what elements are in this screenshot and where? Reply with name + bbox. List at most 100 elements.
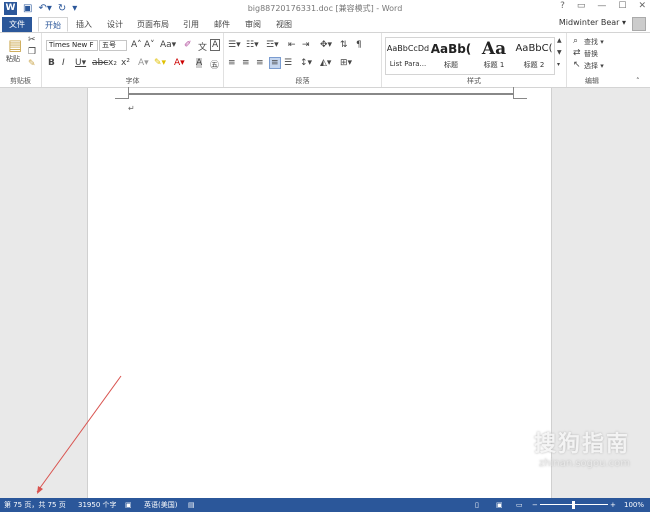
tab-view[interactable]: 视图 — [273, 17, 295, 32]
font-color-icon[interactable]: A▾ — [174, 58, 185, 68]
help-button[interactable]: ? — [560, 1, 565, 11]
italic-icon[interactable]: I — [62, 58, 65, 68]
style-heading-1[interactable]: Aa 标题 1 — [472, 38, 516, 74]
style-name: 标题 — [444, 61, 458, 69]
style-heading-2[interactable]: AaBbC( 标题 2 — [512, 38, 556, 74]
style-name: List Para... — [389, 60, 427, 68]
maximize-button[interactable]: ☐ — [618, 1, 626, 11]
account-name[interactable]: Midwinter Bear ▾ — [559, 18, 626, 27]
styles-scroll-up-icon[interactable]: ▲ — [557, 37, 562, 44]
underline-icon[interactable]: U▾ — [75, 58, 86, 68]
multilevel-list-icon[interactable]: ☲▾ — [266, 40, 279, 50]
editing-group-label: 编辑 — [585, 77, 599, 85]
borders-icon[interactable]: ⊞▾ — [340, 58, 352, 68]
watermark-title: 搜狗指南 — [533, 432, 630, 457]
style-sample: AaBbC( — [515, 43, 553, 54]
replace-button[interactable]: 替换 — [584, 49, 598, 59]
document-title: big88720176331.doc [兼容模式] - Word — [247, 4, 403, 13]
bullets-icon[interactable]: ☰▾ — [228, 40, 241, 50]
ribbon-display-button[interactable]: ▭ — [577, 1, 586, 11]
change-case-icon[interactable]: Aa▾ — [160, 40, 176, 50]
tab-file[interactable]: 文件 — [2, 17, 32, 32]
font-size-select[interactable]: 五号 — [99, 40, 127, 51]
style-sample: AaBb( — [430, 42, 472, 56]
zoom-in-icon[interactable]: + — [610, 498, 616, 512]
tab-review[interactable]: 审阅 — [242, 17, 264, 32]
zoom-level[interactable]: 100% — [624, 498, 644, 512]
format-painter-icon[interactable]: ✎ — [28, 59, 36, 69]
styles-scroll-down-icon[interactable]: ▼ — [557, 49, 562, 56]
style-sample: AaBbCcDd — [386, 44, 430, 53]
tab-design[interactable]: 设计 — [104, 17, 126, 32]
text-effects-icon[interactable]: A▾ — [138, 58, 149, 68]
shrink-font-icon[interactable]: A˅ — [144, 40, 155, 50]
word-count[interactable]: 31950 个字 — [78, 498, 117, 512]
tab-page-layout[interactable]: 页面布局 — [135, 17, 171, 32]
superscript-icon[interactable]: x² — [121, 58, 130, 68]
tab-mailings[interactable]: 邮件 — [211, 17, 233, 32]
character-shading-icon[interactable]: A — [196, 58, 203, 68]
web-layout-icon[interactable]: ▭ — [516, 498, 523, 512]
ribbon: ▤ 粘贴 ✂ ❐ ✎ 剪贴板 Times New F 五号 A˄ A˅ Aa▾ … — [0, 32, 650, 88]
align-left-icon[interactable]: ≡ — [228, 58, 236, 68]
shading-icon[interactable]: ◭▾ — [320, 58, 331, 68]
line-spacing-icon[interactable]: ↕▾ — [300, 58, 312, 68]
numbering-icon[interactable]: ☷▾ — [246, 40, 259, 50]
macro-recording-icon[interactable]: ▤ — [188, 498, 195, 512]
document-workspace[interactable]: ↵ 搜狗指南 zhinan.sogou.com — [0, 87, 650, 498]
subscript-icon[interactable]: x₂ — [108, 58, 117, 68]
highlight-color-icon[interactable]: ✎▾ — [154, 58, 166, 68]
zoom-slider-thumb[interactable] — [572, 501, 575, 509]
style-title[interactable]: AaBb( 标题 — [429, 38, 473, 74]
select-icon[interactable]: ↖ — [573, 60, 581, 70]
clear-formatting-icon[interactable]: ✐ — [184, 40, 192, 50]
language-indicator[interactable]: 英语(美国) — [144, 498, 177, 512]
minimize-button[interactable]: — — [597, 1, 606, 11]
grow-font-icon[interactable]: A˄ — [131, 40, 142, 50]
strikethrough-icon[interactable]: abc — [92, 58, 108, 68]
copy-icon[interactable]: ❐ — [28, 47, 36, 57]
select-button[interactable]: 选择 ▾ — [584, 61, 604, 71]
paste-button[interactable]: 粘贴 — [6, 54, 20, 64]
bold-icon[interactable]: B — [48, 58, 55, 68]
decrease-indent-icon[interactable]: ⇤ — [288, 40, 296, 50]
find-button[interactable]: 查找 ▾ — [584, 37, 604, 47]
styles-group-label: 样式 — [467, 77, 481, 85]
enclose-characters-icon[interactable]: ㊄ — [210, 58, 219, 71]
collapse-ribbon-icon[interactable]: ˄ — [636, 77, 640, 85]
read-mode-icon[interactable]: ▯ — [475, 498, 479, 512]
style-name: 标题 2 — [523, 61, 545, 69]
replace-icon[interactable]: ⇄ — [573, 48, 581, 58]
find-icon[interactable]: ⌕ — [573, 36, 578, 46]
character-border-icon[interactable]: A — [210, 39, 221, 51]
phonetic-guide-icon[interactable]: 文 — [198, 40, 207, 53]
proofing-icon[interactable]: ▣ — [125, 498, 132, 512]
distributed-icon[interactable]: ☰ — [284, 58, 292, 68]
tab-home[interactable]: 开始 — [38, 17, 68, 32]
show-marks-icon[interactable]: ¶ — [356, 40, 362, 50]
font-name-select[interactable]: Times New F — [46, 40, 98, 51]
tab-references[interactable]: 引用 — [180, 17, 202, 32]
style-list-paragraph[interactable]: AaBbCcDd List Para... — [386, 38, 430, 74]
styles-more-icon[interactable]: ▾ — [557, 61, 560, 68]
avatar[interactable] — [632, 17, 646, 31]
increase-indent-icon[interactable]: ⇥ — [302, 40, 310, 50]
tab-insert[interactable]: 插入 — [73, 17, 95, 32]
align-right-icon[interactable]: ≡ — [256, 58, 264, 68]
cut-icon[interactable]: ✂ — [28, 35, 36, 45]
font-group: Times New F 五号 A˄ A˅ Aa▾ ✐ 文 A B I U▾ ab… — [42, 33, 224, 87]
paragraph-group: ☰▾ ☷▾ ☲▾ ⇤ ⇥ ✥▾ ⇅ ¶ ≡ ≡ ≡ ≡ ☰ ↕▾ ◭▾ ⊞▾ 段… — [224, 33, 382, 87]
zoom-out-icon[interactable]: − — [532, 498, 538, 512]
watermark-url: zhinan.sogou.com — [538, 458, 630, 469]
sort-icon[interactable]: ⇅ — [340, 40, 348, 50]
print-layout-icon[interactable]: ▣ — [496, 498, 503, 512]
align-center-icon[interactable]: ≡ — [242, 58, 250, 68]
paste-icon[interactable]: ▤ — [8, 36, 22, 54]
justify-icon[interactable]: ≡ — [269, 57, 281, 69]
style-name: 标题 1 — [483, 61, 505, 69]
close-button[interactable]: ✕ — [638, 1, 646, 11]
ribbon-tabs: 文件 开始 插入 设计 页面布局 引用 邮件 审阅 视图 Midwinter B… — [0, 17, 650, 32]
editing-group: ⌕ 查找 ▾ ⇄ 替换 ↖ 选择 ▾ 编辑 — [567, 33, 617, 87]
page-count[interactable]: 第 75 页，共 75 页 — [4, 498, 66, 512]
chinese-layout-icon[interactable]: ✥▾ — [320, 40, 332, 50]
